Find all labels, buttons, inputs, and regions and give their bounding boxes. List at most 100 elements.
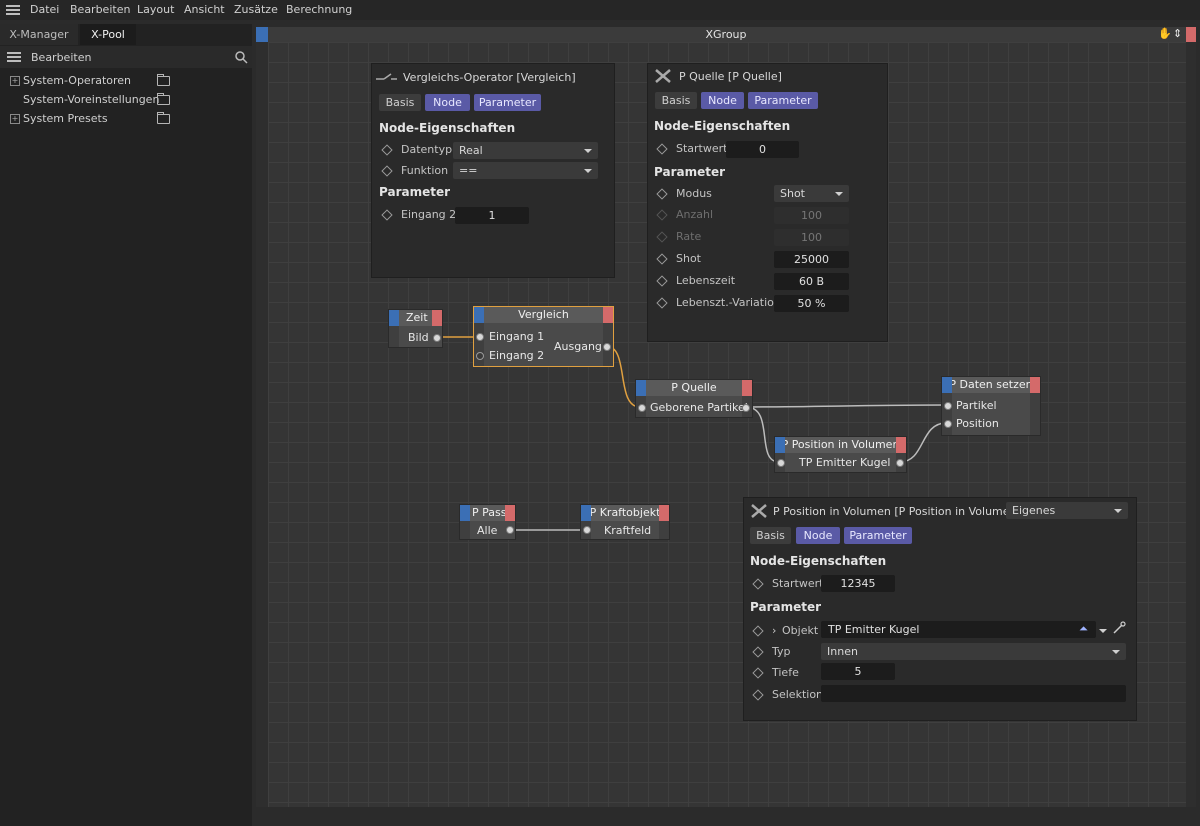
tab-parameter[interactable]: Parameter — [748, 92, 818, 109]
datentyp-value: Real — [459, 144, 483, 157]
selektion-field[interactable] — [821, 685, 1126, 702]
funktion-dropdown[interactable]: == — [453, 162, 598, 179]
keyframe-icon[interactable] — [752, 646, 764, 658]
modus-label: Modus — [676, 187, 712, 200]
node-title: P Daten setzen — [942, 377, 1040, 393]
tiefe-field[interactable]: 5 — [821, 663, 895, 680]
startwert-field[interactable]: 12345 — [821, 575, 895, 592]
startwert-label: Startwert — [676, 142, 728, 155]
keyframe-icon[interactable] — [752, 689, 764, 701]
node-input-bar — [942, 377, 952, 393]
node-output-bar — [742, 380, 752, 396]
rate-label: Rate — [676, 230, 702, 243]
tab-node[interactable]: Node — [701, 92, 744, 109]
node-input-column — [460, 521, 470, 539]
port-bild[interactable] — [433, 334, 441, 342]
tab-node[interactable]: Node — [796, 527, 840, 544]
anzahl-label: Anzahl — [676, 208, 714, 221]
modus-dropdown[interactable]: Shot — [774, 185, 849, 202]
port-partikel[interactable] — [944, 402, 952, 410]
port-position[interactable] — [944, 420, 952, 428]
port-position-label: Position — [956, 417, 999, 430]
tab-node[interactable]: Node — [425, 94, 470, 111]
keyframe-icon[interactable] — [752, 578, 764, 590]
port-eingang2-label: Eingang 2 — [489, 349, 545, 362]
tab-parameter[interactable]: Parameter — [474, 94, 541, 111]
tab-basis[interactable]: Basis — [655, 92, 697, 109]
node-input-bar — [636, 380, 646, 396]
section-parameter: Parameter — [654, 165, 726, 179]
funktion-value: == — [459, 164, 478, 177]
keyframe-icon[interactable] — [752, 625, 764, 637]
tab-basis[interactable]: Basis — [379, 94, 421, 111]
startwert-field[interactable]: 0 — [726, 141, 799, 158]
typ-value: Innen — [827, 645, 858, 658]
node-output-bar — [432, 310, 442, 326]
node-output-column — [659, 521, 669, 539]
funktion-label: Funktion — [401, 164, 449, 177]
chevron-down-icon — [1114, 509, 1122, 513]
pick-object-icon[interactable] — [1112, 621, 1126, 635]
particle-volume-icon — [751, 504, 767, 518]
objekt-label: Objekt — [782, 624, 819, 637]
lebenszeit-variation-label: Lebenszt.-Variation — [676, 296, 781, 309]
pquelle-attribute-panel: P Quelle [P Quelle] Basis Node Parameter… — [647, 63, 888, 342]
keyframe-icon[interactable] — [656, 253, 668, 265]
mode-dropdown[interactable]: Eigenes — [1006, 502, 1128, 519]
rate-field: 100 — [774, 229, 849, 246]
lebenszeit-field[interactable]: 60 B — [774, 273, 849, 290]
node-output-column — [1030, 393, 1040, 435]
objekt-expand-icon[interactable]: › — [772, 624, 776, 637]
port-geborene-partikel[interactable] — [742, 404, 750, 412]
startwert-label: Startwert — [772, 577, 824, 590]
keyframe-icon[interactable] — [752, 667, 764, 679]
datentyp-dropdown[interactable]: Real — [453, 142, 598, 159]
typ-dropdown[interactable]: Innen — [821, 643, 1126, 660]
node-pposition[interactable]: P Position in Volumen TP Emitter Kugel — [774, 436, 907, 473]
modus-value: Shot — [780, 187, 805, 200]
shot-field[interactable]: 25000 — [774, 251, 849, 268]
port-ausgang-label: Ausgang — [554, 340, 602, 353]
keyframe-icon[interactable] — [656, 188, 668, 200]
port-eingang1[interactable] — [476, 333, 484, 341]
node-pquelle[interactable]: P Quelle Geborene Partikel — [635, 379, 753, 418]
section-node-eigenschaften: Node-Eigenschaften — [750, 554, 887, 568]
port-input[interactable] — [583, 526, 591, 534]
lebenszeit-variation-field[interactable]: 50 % — [774, 295, 849, 312]
tab-basis[interactable]: Basis — [750, 527, 791, 544]
wire-pquelle-pdaten — [745, 404, 947, 408]
keyframe-icon[interactable] — [381, 209, 393, 221]
objekt-link-field[interactable]: TP Emitter Kugel — [821, 621, 1096, 638]
keyframe-icon[interactable] — [381, 144, 393, 156]
port-input[interactable] — [777, 459, 785, 467]
node-zeit[interactable]: Zeit Bild — [388, 309, 443, 348]
tab-parameter[interactable]: Parameter — [844, 527, 912, 544]
node-title: P Position in Volumen — [775, 437, 906, 453]
port-eingang1-label: Eingang 1 — [489, 330, 545, 343]
keyframe-icon[interactable] — [656, 297, 668, 309]
node-vergleich[interactable]: Vergleich Eingang 1 Eingang 2 Ausgang — [473, 306, 614, 367]
keyframe-icon[interactable] — [656, 275, 668, 287]
vergleich-attribute-panel: Vergleichs-Operator [Vergleich] Basis No… — [371, 63, 615, 278]
node-output-bar — [603, 307, 613, 323]
chevron-down-icon — [584, 169, 592, 173]
port-tp-emitter[interactable] — [896, 459, 904, 467]
node-pdaten-setzen[interactable]: P Daten setzen Partikel Position — [941, 376, 1041, 436]
panel-title: P Position in Volumen [P Position in Vol… — [773, 505, 1021, 518]
section-node-eigenschaften: Node-Eigenschaften — [654, 119, 791, 133]
node-pkraftobjekt[interactable]: P Kraftobjekt Kraftfeld — [580, 504, 670, 540]
chevron-down-icon[interactable] — [1099, 629, 1107, 633]
keyframe-icon[interactable] — [656, 143, 668, 155]
port-alle[interactable] — [506, 526, 514, 534]
keyframe-icon — [656, 231, 668, 243]
selektion-label: Selektion — [772, 688, 824, 701]
node-output-bar — [659, 505, 669, 521]
port-input[interactable] — [638, 404, 646, 412]
node-ppass[interactable]: P Pass Alle — [459, 504, 516, 540]
eingang2-field[interactable]: 1 — [455, 207, 529, 224]
object-type-icon: ⏶ — [1079, 622, 1088, 635]
port-eingang2[interactable] — [476, 352, 484, 360]
chevron-down-icon — [1112, 650, 1120, 654]
port-ausgang[interactable] — [603, 343, 611, 351]
keyframe-icon[interactable] — [381, 165, 393, 177]
